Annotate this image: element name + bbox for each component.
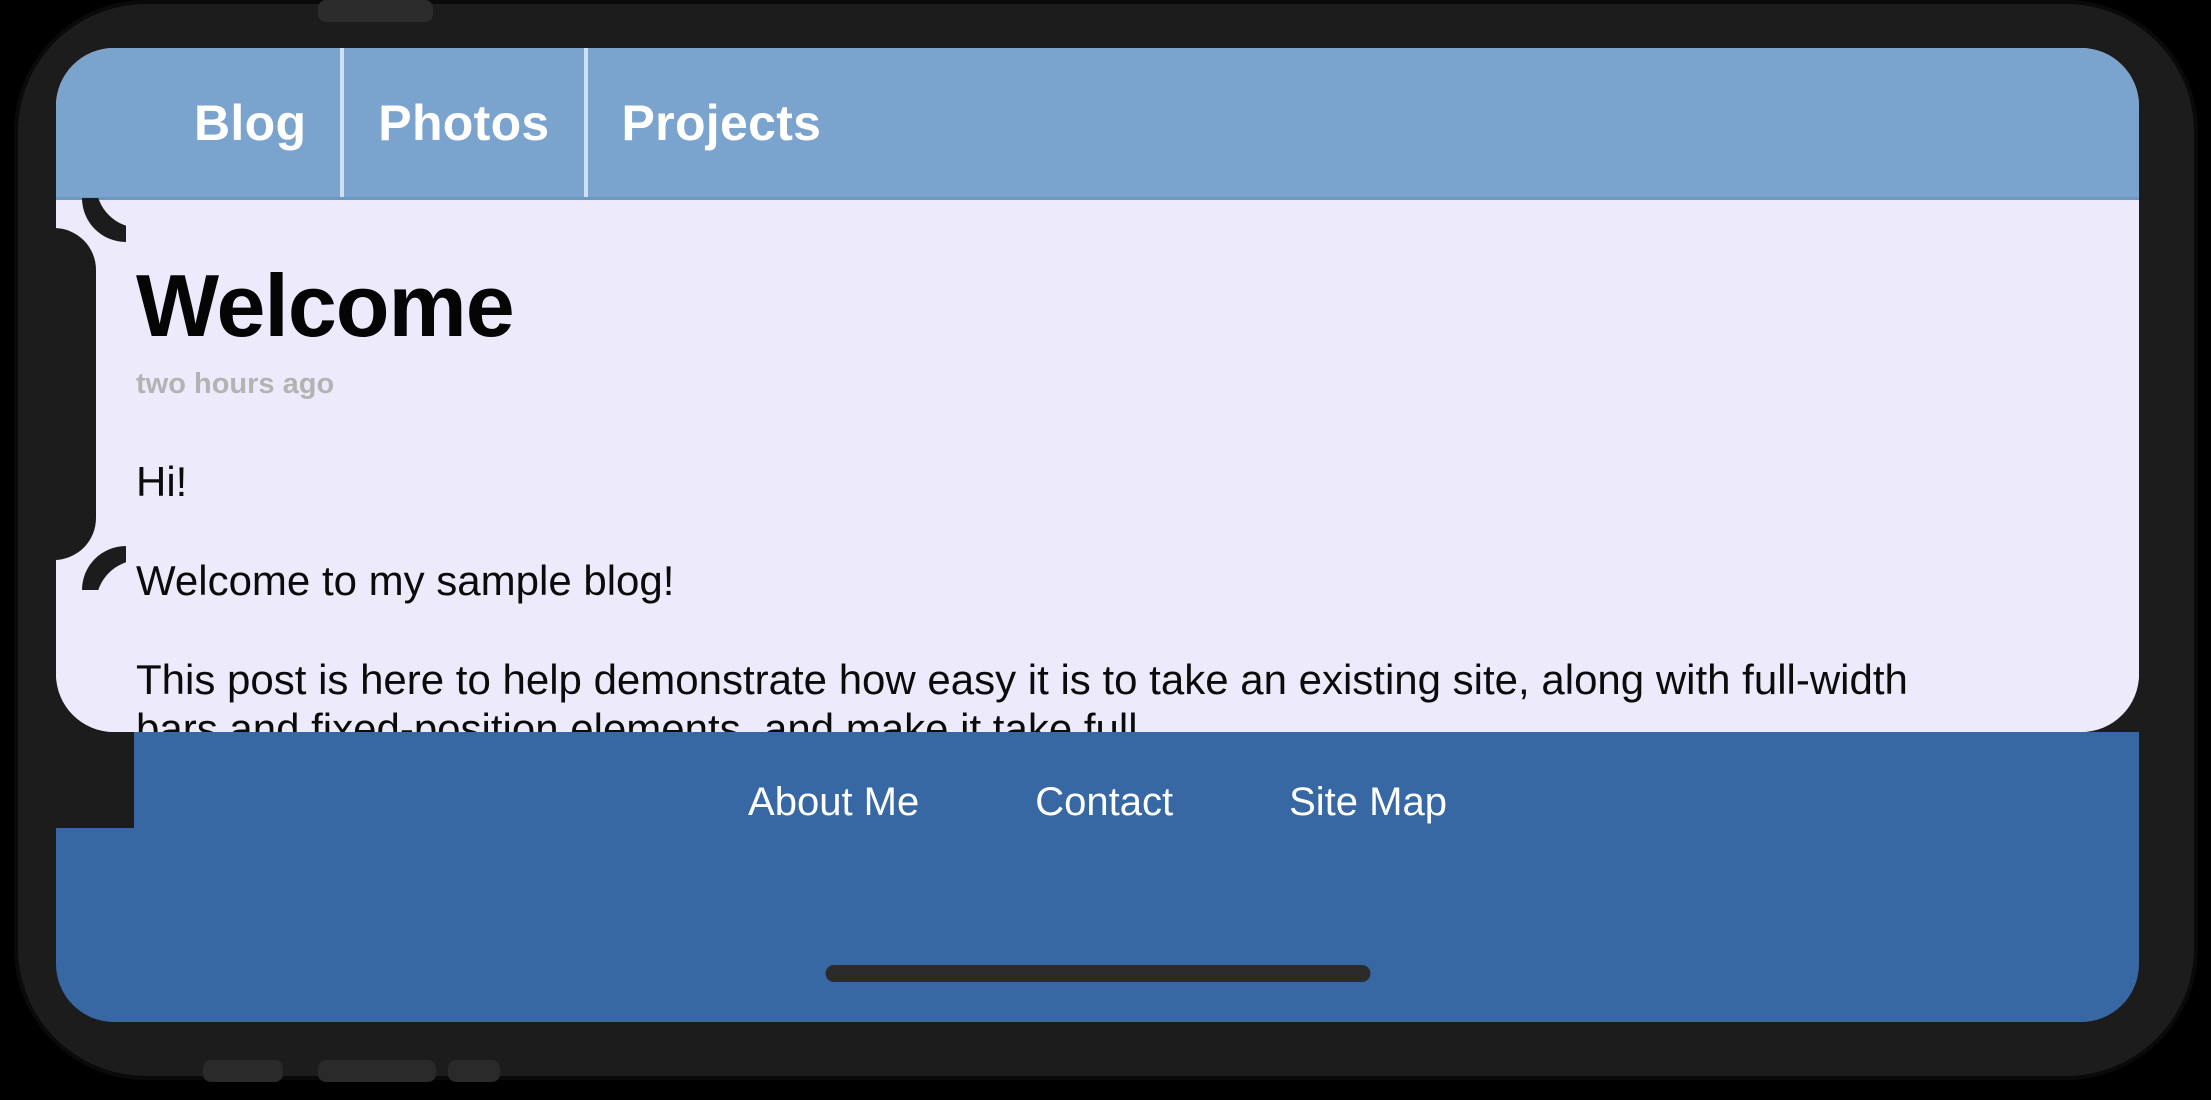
post-paragraph-intro: Welcome to my sample blog! xyxy=(136,557,675,605)
site-navigation-bar: Blog Photos Projects xyxy=(56,48,2139,200)
footer-links-group: About Me Contact Site Map xyxy=(56,732,2139,825)
home-indicator-bar[interactable] xyxy=(825,965,1370,982)
post-paragraph-greeting: Hi! xyxy=(136,458,188,505)
footer-link-contact[interactable]: Contact xyxy=(1035,780,1173,825)
site-footer-bar: About Me Contact Site Map xyxy=(56,732,2139,1022)
post-timestamp: two hours ago xyxy=(136,368,335,400)
blog-post-content: Welcome two hours ago Hi! Welcome to my … xyxy=(56,200,2139,732)
post-paragraph-body: This post is here to help demonstrate ho… xyxy=(136,656,1908,732)
nav-tab-blog-label: Blog xyxy=(194,94,307,151)
nav-tab-projects-label: Projects xyxy=(621,94,822,151)
device-frame: Blog Photos Projects Welcome two hours a… xyxy=(18,0,2194,1082)
page-title: Welcome xyxy=(136,256,515,355)
device-edge-button-2[interactable] xyxy=(318,1060,436,1082)
device-edge-button-3[interactable] xyxy=(448,1060,500,1082)
nav-left-spacer xyxy=(56,48,160,197)
nav-tab-blog[interactable]: Blog xyxy=(160,48,345,197)
nav-tab-projects[interactable]: Projects xyxy=(588,48,856,197)
device-notch xyxy=(18,228,96,560)
device-screen: Blog Photos Projects Welcome two hours a… xyxy=(56,48,2139,732)
footer-link-about-me[interactable]: About Me xyxy=(748,780,919,825)
footer-link-site-map[interactable]: Site Map xyxy=(1289,780,1447,825)
nav-tab-photos[interactable]: Photos xyxy=(344,48,588,197)
device-edge-button-1[interactable] xyxy=(203,1060,283,1082)
footer-notch-mask xyxy=(56,732,134,828)
nav-tab-photos-label: Photos xyxy=(378,94,550,151)
device-top-button[interactable] xyxy=(318,0,433,22)
